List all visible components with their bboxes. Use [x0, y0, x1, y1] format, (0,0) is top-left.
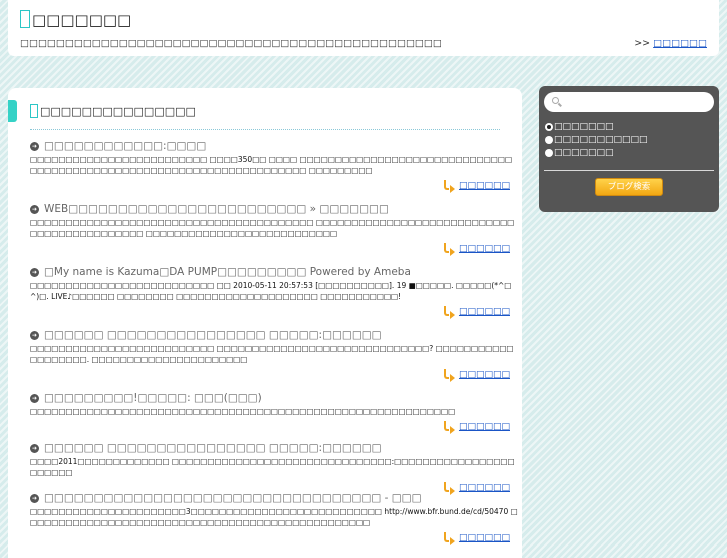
- read-more-link[interactable]: □□□□□□: [459, 422, 510, 432]
- entry-title-text[interactable]: □□□□□□□□□□□□:□□□□: [44, 140, 206, 153]
- main-content-panel: □□□□□□□□□□□□□□□ ➜ □□□□□□□□□□□□:□□□□ □□□□…: [8, 88, 522, 558]
- return-arrow-icon: [442, 306, 456, 319]
- sidebar-search-panel: □□□□□□□ □□□□□□□□□□□ □□□□□□□ ブログ検索: [539, 86, 719, 212]
- entry-title[interactable]: ➜ □□□□□□□□□!□□□□□: □□□(□□□): [30, 392, 518, 405]
- entry-snippet: □□□□□□□□□□□□□□□□□□□□□□□□□□□□□□□□□□□□□□□□…: [30, 407, 456, 416]
- section-divider: [30, 129, 500, 130]
- title-bracket-icon: [20, 10, 30, 28]
- arrow-circle-icon: ➜: [30, 394, 39, 403]
- return-arrow-icon: [442, 243, 456, 256]
- search-option-3[interactable]: □□□□□□□: [545, 146, 713, 159]
- entry-list: ➜ □□□□□□□□□□□□:□□□□ □□□□□□□□□□□□□□□□□□□□…: [30, 140, 518, 555]
- entry-title-text[interactable]: □□□□□□□□□!□□□□□: □□□(□□□): [44, 392, 262, 405]
- site-title[interactable]: □□□□□□□: [20, 10, 131, 29]
- read-more-link[interactable]: □□□□□□: [459, 370, 510, 380]
- arrow-circle-icon: ➜: [30, 268, 39, 277]
- read-more-link[interactable]: □□□□□□: [459, 533, 510, 543]
- header-link[interactable]: □□□□□□: [653, 38, 707, 49]
- site-title-text[interactable]: □□□□□□□: [32, 11, 131, 29]
- search-option-1[interactable]: □□□□□□□: [545, 120, 713, 133]
- heading-bracket-icon: [30, 104, 38, 118]
- read-more-row: □□□□□□: [30, 305, 518, 319]
- list-item: ➜ □□□□□□ □□□□□□□□□□□□□□□□ □□□□□:□□□□□□ □…: [30, 442, 518, 495]
- read-more-link[interactable]: □□□□□□: [459, 307, 510, 317]
- section-accent-tab: [8, 100, 17, 122]
- header-link-prefix: >>: [634, 38, 651, 49]
- read-more-row: □□□□□□: [30, 368, 518, 382]
- sidebar-divider: [544, 170, 714, 171]
- return-arrow-icon: [442, 532, 456, 545]
- arrow-circle-icon: ➜: [30, 205, 39, 214]
- entry-title[interactable]: ➜ □□□□□□ □□□□□□□□□□□□□□□□ □□□□□:□□□□□□: [30, 442, 518, 455]
- list-item: ➜ □□□□□□□□□□□□□□□□□□□□□□□□□□□□□□□□□□ - □…: [30, 492, 518, 555]
- entry-title[interactable]: ➜ □□□□□□□□□□□□□□□□□□□□□□□□□□□□□□□□□□ - □…: [30, 492, 518, 505]
- search-option-2[interactable]: □□□□□□□□□□□: [545, 133, 713, 146]
- read-more-row: □□□□□□: [30, 242, 518, 256]
- search-option-label: □□□□□□□: [554, 121, 614, 132]
- entry-title[interactable]: ➜ □□□□□□ □□□□□□□□□□□□□□□□ □□□□□:□□□□□□: [30, 329, 518, 342]
- entry-title-text[interactable]: □□□□□□□□□□□□□□□□□□□□□□□□□□□□□□□□□□ - □□□: [44, 492, 422, 505]
- header-nav-link: >> □□□□□□: [634, 38, 707, 49]
- return-arrow-icon: [442, 369, 456, 382]
- list-item: ➜ □□□□□□ □□□□□□□□□□□□□□□□ □□□□□:□□□□□□ □…: [30, 329, 518, 392]
- search-scope-options: □□□□□□□ □□□□□□□□□□□ □□□□□□□: [545, 120, 713, 159]
- radio-button-selected[interactable]: [545, 122, 553, 131]
- search-option-label: □□□□□□□□□□□: [554, 134, 648, 145]
- entry-snippet: □□□□□□□□□□□□□□□□□□□□□□3□□□□□□□□□□□□□□□□□…: [30, 507, 518, 527]
- list-item: ➜ WEB□□□□□□□□□□□□□□□□□□□□□□□□ » □□□□□□□ …: [30, 203, 518, 266]
- arrow-circle-icon: ➜: [30, 494, 39, 503]
- entry-title-text[interactable]: □□□□□□ □□□□□□□□□□□□□□□□ □□□□□:□□□□□□: [44, 329, 382, 342]
- entry-title-text[interactable]: □□□□□□ □□□□□□□□□□□□□□□□ □□□□□:□□□□□□: [44, 442, 382, 455]
- list-item: ➜ □□□□□□□□□□□□:□□□□ □□□□□□□□□□□□□□□□□□□□…: [30, 140, 518, 203]
- entry-snippet: □□□□□□□□□□□□□□□□□□□□□□□□□□ □□□□□□□□□□□□□…: [30, 344, 514, 364]
- return-arrow-icon: [442, 421, 456, 434]
- read-more-row: □□□□□□: [30, 179, 518, 193]
- list-item: ➜ □□□□□□□□□!□□□□□: □□□(□□□) □□□□□□□□□□□□…: [30, 392, 518, 442]
- entry-snippet: □□□□□□□□□□□□□□□□□□□□□□□□□□□□□□□□□□□□□□□□…: [30, 218, 515, 238]
- arrow-circle-icon: ➜: [30, 444, 39, 453]
- entry-title-text[interactable]: WEB□□□□□□□□□□□□□□□□□□□□□□□□ » □□□□□□□: [44, 203, 389, 216]
- radio-button[interactable]: [545, 148, 553, 157]
- site-description: □□□□□□□□□□□□□□□□□□□□□□□□□□□□□□□□□□□□□□□□…: [20, 38, 442, 49]
- site-header: □□□□□□□ □□□□□□□□□□□□□□□□□□□□□□□□□□□□□□□□…: [8, 0, 719, 56]
- search-box[interactable]: [544, 92, 714, 112]
- entry-title-text[interactable]: □My name is Kazuma□DA PUMP□□□□□□□□□ Powe…: [44, 266, 411, 279]
- list-item: ➜ □My name is Kazuma□DA PUMP□□□□□□□□□ Po…: [30, 266, 518, 329]
- entry-snippet: □□□□□□□□□□□□□□□□□□□□□□□□□ □□□□350□□ □□□□…: [30, 155, 513, 175]
- search-input[interactable]: [564, 94, 704, 110]
- entry-snippet: □□□□2011□□□□□□□□□□□□□ □□□□□□□□□□□□□□□□□□…: [30, 457, 515, 477]
- arrow-circle-icon: ➜: [30, 331, 39, 340]
- arrow-circle-icon: ➜: [30, 142, 39, 151]
- section-heading: □□□□□□□□□□□□□□□: [30, 104, 196, 119]
- radio-button[interactable]: [545, 135, 553, 144]
- read-more-link[interactable]: □□□□□□: [459, 181, 510, 191]
- search-option-label: □□□□□□□: [554, 147, 614, 158]
- read-more-row: □□□□□□: [30, 531, 518, 545]
- entry-snippet: □□□□□□□□□□□□□□□□□□□□□□□□□□ □□ 2010-05-11…: [30, 281, 512, 301]
- return-arrow-icon: [442, 180, 456, 193]
- entry-title[interactable]: ➜ □My name is Kazuma□DA PUMP□□□□□□□□□ Po…: [30, 266, 518, 279]
- entry-title[interactable]: ➜ □□□□□□□□□□□□:□□□□: [30, 140, 518, 153]
- read-more-row: □□□□□□: [30, 420, 518, 434]
- entry-title[interactable]: ➜ WEB□□□□□□□□□□□□□□□□□□□□□□□□ » □□□□□□□: [30, 203, 518, 216]
- search-icon: [552, 97, 559, 104]
- read-more-link[interactable]: □□□□□□: [459, 244, 510, 254]
- section-heading-text: □□□□□□□□□□□□□□□: [40, 105, 196, 118]
- blog-search-button[interactable]: ブログ検索: [595, 178, 663, 196]
